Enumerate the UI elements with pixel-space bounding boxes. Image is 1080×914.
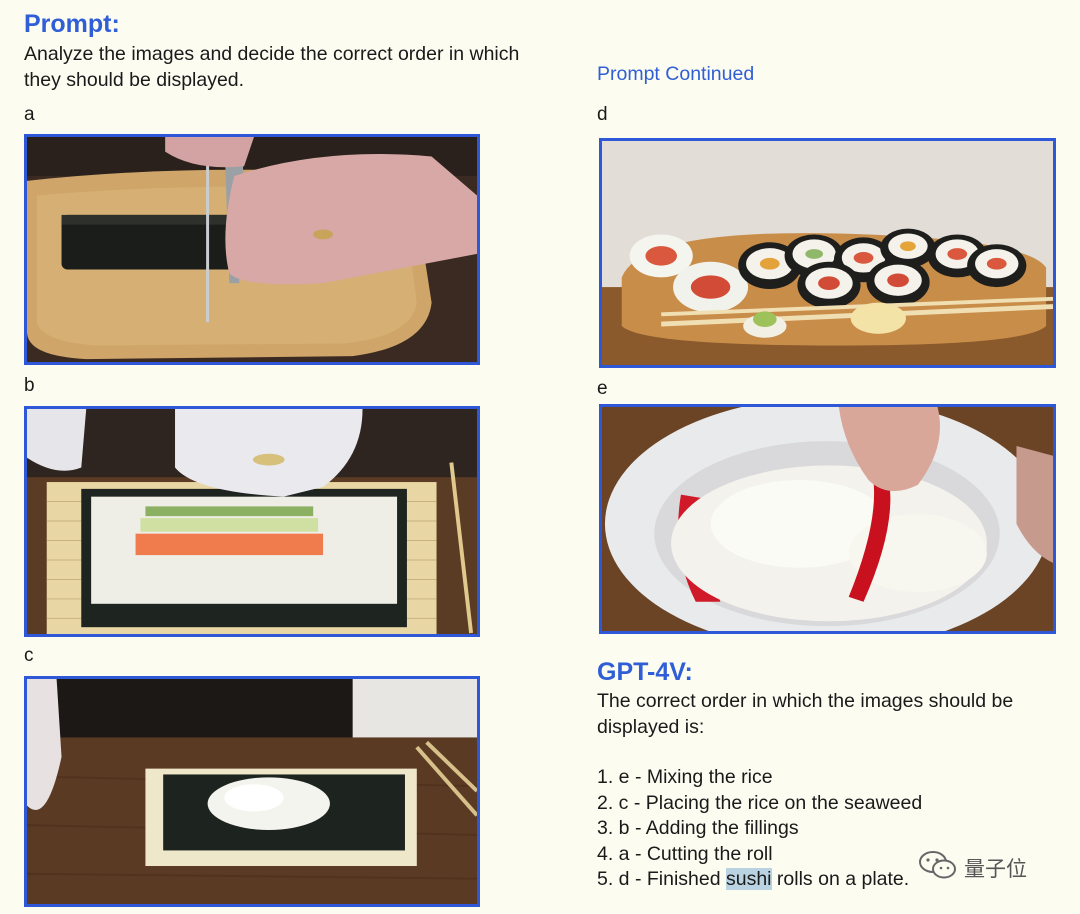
cutting-roll-photo: [24, 134, 480, 365]
image-label-e: e: [597, 378, 608, 399]
list-item: 3. b - Adding the fillings: [597, 817, 799, 839]
prompt-instruction: Analyze the images and decide the correc…: [24, 43, 520, 91]
step-prefix: 5. d - Finished: [597, 868, 726, 890]
gpt4v-heading: GPT-4V:: [597, 658, 693, 686]
image-label-d: d: [597, 104, 608, 125]
list-item: 5. d - Finished sushi rolls on a plate.: [597, 867, 922, 893]
answer-intro: The correct order in which the images sh…: [597, 690, 1014, 738]
highlighted-word: sushi: [725, 868, 772, 890]
image-label-c: c: [24, 645, 34, 666]
watermark-text: 量子位: [964, 858, 1027, 881]
rice-on-seaweed-photo: [24, 676, 480, 907]
watermark: 量子位: [918, 850, 1027, 886]
mixing-rice-photo: [599, 404, 1056, 634]
wechat-icon: [918, 850, 958, 886]
list-item: 2. c - Placing the rice on the seaweed: [597, 791, 923, 814]
list-item: 1. e - Mixing the rice: [597, 766, 773, 788]
prompt-continued: Prompt Continued: [597, 63, 755, 85]
adding-fillings-photo: [24, 406, 480, 637]
step-suffix: rolls on a plate.: [771, 868, 910, 890]
list-item: 4. a - Cutting the roll: [597, 842, 773, 865]
prompt-heading: Prompt:: [24, 10, 120, 38]
sushi-plate-photo: [599, 138, 1056, 368]
image-label-b: b: [24, 375, 35, 396]
image-label-a: a: [24, 104, 35, 125]
document-page: Prompt: Analyze the images and decide th…: [0, 0, 1080, 914]
order-list: 1. e - Mixing the rice 2. c - Placing th…: [597, 765, 922, 893]
